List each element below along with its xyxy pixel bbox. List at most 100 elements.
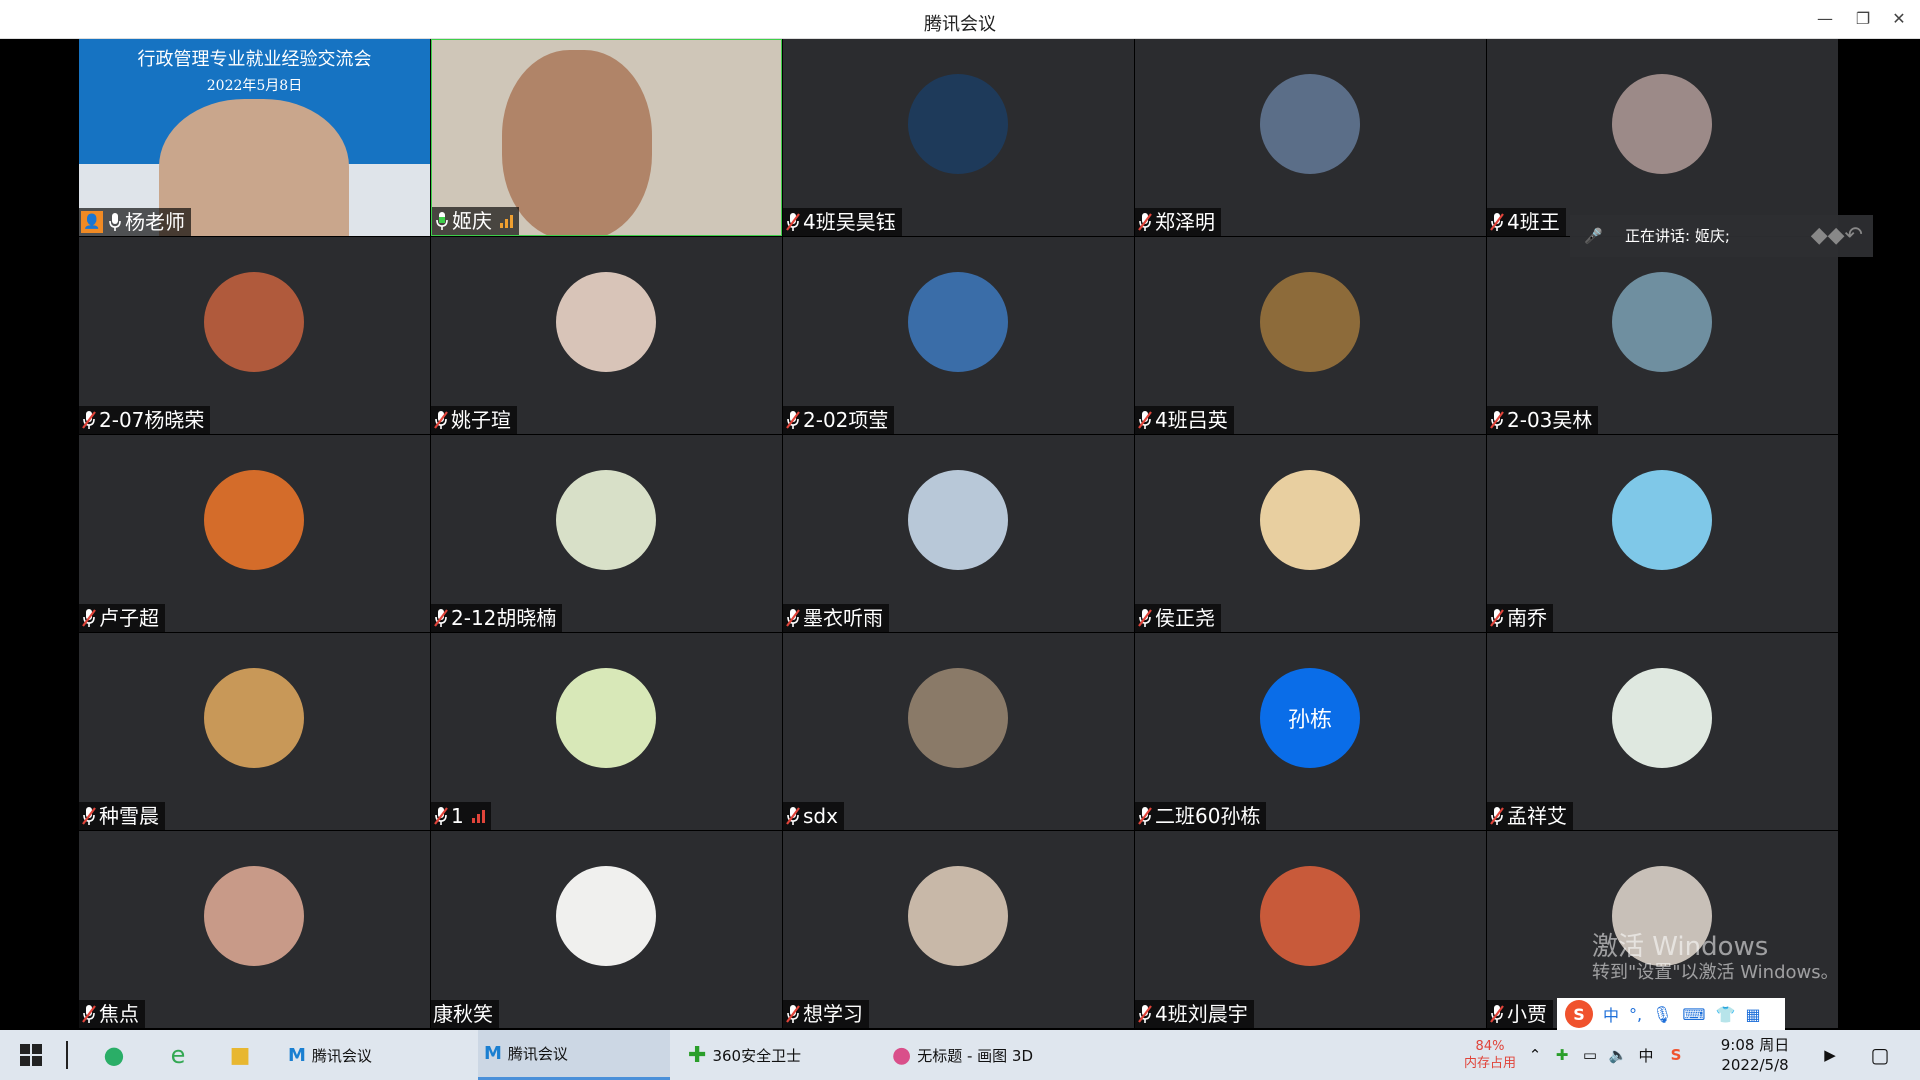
avatar <box>908 866 1008 966</box>
participant-name: 姚子瑄 <box>451 408 511 432</box>
participant-tile[interactable]: 4班吴昊钰 <box>783 39 1134 236</box>
taskbar-app-label: 腾讯会议 <box>311 1046 372 1065</box>
participant-namebar: 1 <box>431 802 491 830</box>
participant-namebar: 4班刘晨宇 <box>1135 1000 1254 1028</box>
banner-date: 2022年5月8日 <box>206 78 303 94</box>
taskbar: ● e ■ M 腾讯会议 M 腾讯会议 ✚ 360安全卫士 ● 无标题 - 画图… <box>0 1030 1920 1080</box>
keyboard-icon[interactable]: ⌨ <box>1682 1005 1705 1024</box>
taskbar-app-meeting-1[interactable]: M 腾讯会议 <box>282 1030 472 1080</box>
collapse-icon[interactable]: ◆◆↶ <box>1811 215 1863 257</box>
avatar <box>1260 866 1360 966</box>
close-button[interactable]: ✕ <box>1882 5 1916 33</box>
tray-360-icon[interactable]: ✚ <box>1552 1030 1572 1080</box>
mic-muted-icon <box>433 607 449 629</box>
mic-muted-icon <box>785 1003 801 1025</box>
participant-tile[interactable]: 4班刘晨宇 <box>1135 831 1486 1028</box>
participant-tile[interactable]: 墨衣听雨 <box>783 435 1134 632</box>
mic-muted-icon <box>1489 805 1505 827</box>
memory-label: 内存占用 <box>1463 1056 1516 1071</box>
ime-tray-icon[interactable]: 中 <box>1636 1030 1656 1080</box>
ime-toolbar[interactable]: S 中 °, 🎙 ⌨ 👕 ▦ <box>1557 998 1785 1030</box>
participant-tile[interactable]: sdx <box>783 633 1134 830</box>
signal-icon <box>500 214 513 228</box>
clock[interactable]: 9:08 周日 2022/5/8 <box>1700 1030 1810 1080</box>
avatar <box>204 272 304 372</box>
participant-tile[interactable]: 2-03吴林 <box>1487 237 1838 434</box>
participant-namebar: 姚子瑄 <box>431 406 517 434</box>
participant-tile[interactable]: 2-02项莹 <box>783 237 1134 434</box>
mic-muted-icon <box>1137 607 1153 629</box>
participant-tile[interactable]: 卢子超 <box>79 435 430 632</box>
participant-tile[interactable]: 姬庆 <box>431 39 782 236</box>
tencent-meeting-icon: M <box>484 1043 502 1064</box>
participant-name: 二班60孙栋 <box>1155 804 1261 828</box>
mic-muted-icon <box>81 409 97 431</box>
video-feed <box>502 50 652 235</box>
network-icon[interactable]: ▭ <box>1580 1030 1600 1080</box>
volume-icon[interactable]: 🔈 <box>1608 1030 1628 1080</box>
participant-namebar: 4班吴昊钰 <box>783 208 902 236</box>
participant-tile[interactable]: 想学习 <box>783 831 1134 1028</box>
taskbar-app-paint3d[interactable]: ● 无标题 - 画图 3D <box>886 1030 1076 1080</box>
participant-tile[interactable]: 姚子瑄 <box>431 237 782 434</box>
participant-tile[interactable]: 4班吕英 <box>1135 237 1486 434</box>
mic-muted-icon <box>1489 1003 1505 1025</box>
participant-namebar: 4班吕英 <box>1135 406 1234 434</box>
punct-icon[interactable]: °, <box>1629 1005 1642 1024</box>
participant-tile[interactable]: 1 <box>431 633 782 830</box>
avatar <box>908 74 1008 174</box>
participant-tile[interactable]: 2-07杨晓荣 <box>79 237 430 434</box>
skin-icon[interactable]: 👕 <box>1716 1005 1736 1024</box>
participant-namebar: 2-07杨晓荣 <box>79 406 211 434</box>
avatar <box>908 470 1008 570</box>
participant-name: 2-12胡晓楠 <box>451 606 557 630</box>
sogou-icon[interactable]: S <box>1565 1000 1593 1028</box>
participant-name: 4班刘晨宇 <box>1155 1002 1248 1026</box>
memory-usage[interactable]: 84% 内存占用 <box>1462 1030 1518 1080</box>
media-icon[interactable]: ▶ <box>1818 1030 1842 1080</box>
mic-icon <box>434 210 450 232</box>
windows-icon <box>20 1044 42 1066</box>
avatar <box>1260 74 1360 174</box>
participant-namebar: 孟祥艾 <box>1487 802 1573 830</box>
participant-tile[interactable]: 焦点 <box>79 831 430 1028</box>
participant-tile[interactable]: 行政管理专业就业经验交流会 2022年5月8日 👤 杨老师 <box>79 39 430 236</box>
participant-name: 康秋笑 <box>433 1002 493 1026</box>
clock-time: 9:08 周日 <box>1720 1036 1790 1054</box>
taskbar-app-meeting-2[interactable]: M 腾讯会议 <box>478 1030 670 1080</box>
participant-tile[interactable]: 侯正尧 <box>1135 435 1486 632</box>
participant-name: 想学习 <box>803 1002 863 1026</box>
toolbox-icon[interactable]: ▦ <box>1745 1005 1760 1024</box>
avatar <box>204 866 304 966</box>
voice-icon[interactable]: 🎙 <box>1652 1005 1672 1024</box>
taskbar-app-360[interactable]: ✚ 360安全卫士 <box>682 1030 872 1080</box>
ime-mode[interactable]: 中 <box>1603 1002 1619 1026</box>
folder-icon[interactable]: ■ <box>222 1030 258 1080</box>
mic-muted-icon <box>433 409 449 431</box>
participant-namebar: 姬庆 <box>432 207 519 235</box>
participant-namebar: 种雪晨 <box>79 802 165 830</box>
participant-tile[interactable]: 南乔 <box>1487 435 1838 632</box>
participant-tile[interactable]: 孙栋 二班60孙栋 <box>1135 633 1486 830</box>
participant-namebar: 侯正尧 <box>1135 604 1221 632</box>
participant-tile[interactable]: 康秋笑 <box>431 831 782 1028</box>
tray-chevron-icon[interactable]: ⌃ <box>1526 1030 1544 1080</box>
participant-tile[interactable]: 2-12胡晓楠 <box>431 435 782 632</box>
avatar <box>204 668 304 768</box>
restore-button[interactable]: ❐ <box>1846 5 1880 33</box>
start-button[interactable] <box>16 1030 46 1080</box>
shield-icon: ✚ <box>688 1042 707 1068</box>
browser-icon[interactable]: e <box>160 1030 196 1080</box>
participant-tile[interactable]: 孟祥艾 <box>1487 633 1838 830</box>
notification-icon[interactable]: ▢ <box>1868 1030 1892 1080</box>
participant-name: 焦点 <box>99 1002 139 1026</box>
participant-name: sdx <box>803 804 838 828</box>
participant-tile[interactable]: 4班王 <box>1487 39 1838 236</box>
participant-tile[interactable]: 种雪晨 <box>79 633 430 830</box>
taskbar-app-label: 360安全卫士 <box>712 1046 802 1065</box>
minimize-button[interactable]: — <box>1808 5 1842 33</box>
participant-tile[interactable]: 郑泽明 <box>1135 39 1486 236</box>
wechat-icon[interactable]: ● <box>96 1030 132 1080</box>
sogou-tray-icon[interactable]: S <box>1666 1030 1686 1080</box>
avatar <box>1612 272 1712 372</box>
